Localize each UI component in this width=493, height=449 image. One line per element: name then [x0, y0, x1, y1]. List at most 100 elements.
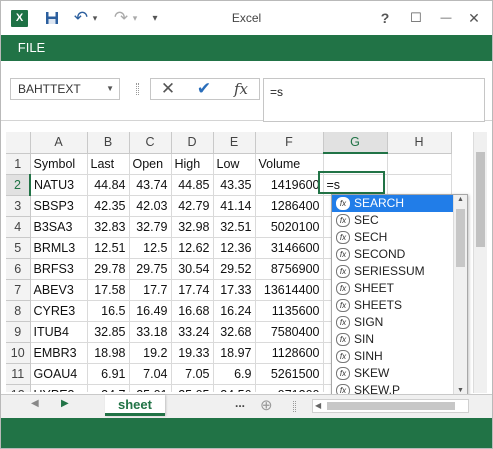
cell-a5[interactable]: BRML3 — [30, 237, 88, 259]
cell-a4[interactable]: B3SA3 — [30, 216, 88, 238]
autocomplete-item[interactable]: fx SHEET — [332, 280, 467, 297]
cell-a8[interactable]: CYRE3 — [30, 300, 88, 322]
cell-e8[interactable]: 16.24 — [213, 300, 256, 322]
cell-f6[interactable]: 8756900 — [255, 258, 324, 280]
cell-f12[interactable]: 971300 — [255, 384, 324, 392]
cell-e9[interactable]: 32.68 — [213, 321, 256, 343]
row-header[interactable]: 1 — [6, 153, 31, 175]
scroll-up-icon[interactable]: ▲ — [454, 196, 467, 203]
cell-e11[interactable]: 6.9 — [213, 363, 256, 385]
cell-e7[interactable]: 17.33 — [213, 279, 256, 301]
cell-e4[interactable]: 32.51 — [213, 216, 256, 238]
cell-a1[interactable]: Symbol — [30, 153, 88, 175]
cell-b2[interactable]: 44.84 — [87, 174, 130, 196]
cell-c4[interactable]: 32.79 — [129, 216, 172, 238]
row-header[interactable]: 12 — [6, 384, 31, 392]
prev-sheet-icon[interactable]: ◀ — [31, 398, 39, 409]
cell-e12[interactable]: 24.56 — [213, 384, 256, 392]
tab-splitter[interactable] — [293, 401, 296, 412]
cell-b7[interactable]: 17.58 — [87, 279, 130, 301]
function-autocomplete-list[interactable]: fx SEARCH fx SEC fx SECH fx SECOND fx SERIESSUM fx… — [331, 194, 468, 396]
cell-d11[interactable]: 7.05 — [171, 363, 214, 385]
cell-f10[interactable]: 1128600 — [255, 342, 324, 364]
vertical-scroll-thumb[interactable] — [476, 152, 485, 247]
cell-c1[interactable]: Open — [129, 153, 172, 175]
help-button[interactable]: ? — [373, 8, 397, 28]
cell-d5[interactable]: 12.62 — [171, 237, 214, 259]
cell-a11[interactable]: GOAU4 — [30, 363, 88, 385]
column-header-f[interactable]: F — [255, 132, 324, 154]
autocomplete-scrollbar[interactable]: ▲ ▼ — [453, 195, 467, 395]
cell-b3[interactable]: 42.35 — [87, 195, 130, 217]
column-header-a[interactable]: A — [30, 132, 88, 154]
close-button[interactable]: ✕ — [462, 8, 486, 28]
cell-c2[interactable]: 43.74 — [129, 174, 172, 196]
cell-c3[interactable]: 42.03 — [129, 195, 172, 217]
cell-g1[interactable] — [323, 153, 388, 175]
cell-f4[interactable]: 5020100 — [255, 216, 324, 238]
horizontal-scroll-thumb[interactable] — [327, 402, 455, 410]
cell-f1[interactable]: Volume — [255, 153, 324, 175]
cell-a12[interactable]: HYPE3 — [30, 384, 88, 392]
cell-c8[interactable]: 16.49 — [129, 300, 172, 322]
cancel-icon[interactable]: ✕ — [153, 79, 183, 99]
row-header[interactable]: 2 — [6, 174, 31, 196]
cell-a10[interactable]: EMBR3 — [30, 342, 88, 364]
enter-check-icon[interactable]: ✔ — [189, 79, 219, 99]
column-header-b[interactable]: B — [87, 132, 130, 154]
column-header-e[interactable]: E — [213, 132, 256, 154]
row-header[interactable]: 10 — [6, 342, 31, 364]
row-header[interactable]: 5 — [6, 237, 31, 259]
name-box[interactable]: BAHTTEXT ▼ — [10, 78, 120, 100]
row-header[interactable]: 3 — [6, 195, 31, 217]
cell-f9[interactable]: 7580400 — [255, 321, 324, 343]
autocomplete-item[interactable]: fx SERIESSUM — [332, 263, 467, 280]
cell-a3[interactable]: SBSP3 — [30, 195, 88, 217]
cell-e3[interactable]: 41.14 — [213, 195, 256, 217]
autocomplete-item[interactable]: fx SHEETS — [332, 297, 467, 314]
name-box-dropdown-icon[interactable]: ▼ — [106, 79, 114, 99]
autocomplete-item[interactable]: fx SKEW — [332, 365, 467, 382]
cell-c11[interactable]: 7.04 — [129, 363, 172, 385]
new-sheet-icon[interactable]: ⊕ — [260, 396, 273, 414]
cell-f5[interactable]: 3146600 — [255, 237, 324, 259]
cell-d7[interactable]: 17.74 — [171, 279, 214, 301]
cell-f8[interactable]: 1135600 — [255, 300, 324, 322]
cell-c6[interactable]: 29.75 — [129, 258, 172, 280]
autocomplete-item[interactable]: fx SINH — [332, 348, 467, 365]
row-header[interactable]: 11 — [6, 363, 31, 385]
horizontal-scrollbar[interactable]: ◀ — [312, 399, 469, 413]
cell-e5[interactable]: 12.36 — [213, 237, 256, 259]
row-header[interactable]: 8 — [6, 300, 31, 322]
cell-c7[interactable]: 17.7 — [129, 279, 172, 301]
cell-f11[interactable]: 5261500 — [255, 363, 324, 385]
cell-f3[interactable]: 1286400 — [255, 195, 324, 217]
cell-a6[interactable]: BRFS3 — [30, 258, 88, 280]
row-header[interactable]: 6 — [6, 258, 31, 280]
file-tab[interactable]: FILE — [1, 35, 62, 61]
cell-e1[interactable]: Low — [213, 153, 256, 175]
formula-bar-splitter[interactable] — [136, 83, 139, 95]
row-header[interactable]: 7 — [6, 279, 31, 301]
cell-b10[interactable]: 18.98 — [87, 342, 130, 364]
cell-d6[interactable]: 30.54 — [171, 258, 214, 280]
cell-d8[interactable]: 16.68 — [171, 300, 214, 322]
cell-e6[interactable]: 29.52 — [213, 258, 256, 280]
vertical-scrollbar[interactable] — [473, 132, 487, 393]
cell-c9[interactable]: 33.18 — [129, 321, 172, 343]
cell-c5[interactable]: 12.5 — [129, 237, 172, 259]
insert-function-icon[interactable]: fx — [226, 79, 256, 99]
scroll-down-icon[interactable]: ▼ — [454, 387, 467, 394]
cell-b5[interactable]: 12.51 — [87, 237, 130, 259]
cell-h2[interactable] — [387, 174, 452, 196]
cell-d9[interactable]: 33.24 — [171, 321, 214, 343]
next-sheet-icon[interactable]: ▶ — [61, 398, 69, 409]
more-sheets-button[interactable]: ... — [235, 396, 245, 410]
row-header[interactable]: 4 — [6, 216, 31, 238]
scroll-left-icon[interactable]: ◀ — [315, 401, 321, 410]
autocomplete-item[interactable]: fx SIGN — [332, 314, 467, 331]
cell-d4[interactable]: 32.98 — [171, 216, 214, 238]
cell-a2[interactable]: NATU3 — [30, 174, 88, 196]
sheet-tab-sheet[interactable]: sheet — [105, 395, 165, 416]
cell-a9[interactable]: ITUB4 — [30, 321, 88, 343]
